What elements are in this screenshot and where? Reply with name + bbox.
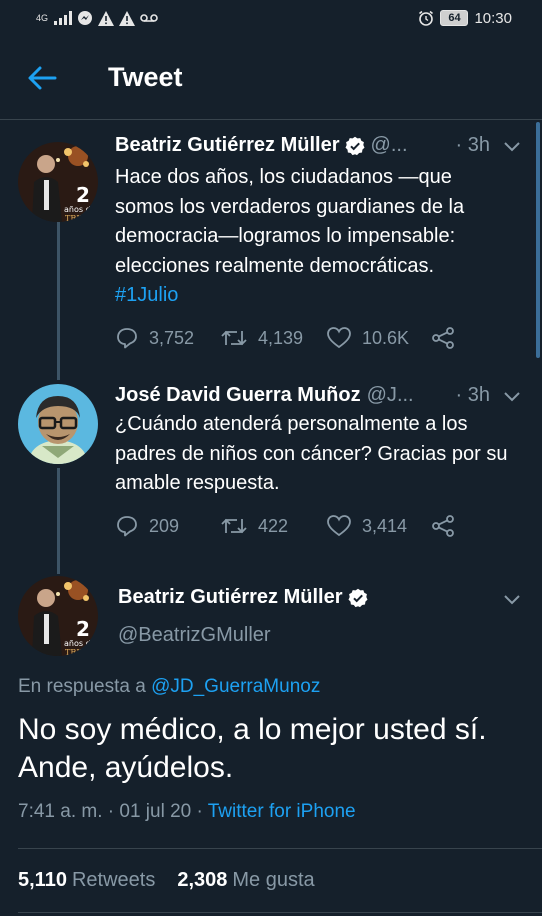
svg-text:2: 2	[76, 617, 90, 641]
tweet-header: Beatriz Gutiérrez Müller @... · 3h	[115, 134, 522, 157]
tweet-text: Hace dos años, los ciudadanos —que somos…	[115, 163, 514, 311]
share-icon	[432, 515, 454, 537]
chevron-down-icon[interactable]	[502, 139, 522, 153]
messenger-icon	[78, 11, 93, 25]
like-button[interactable]: 3,414	[326, 514, 431, 538]
retweet-button[interactable]: 422	[220, 515, 326, 537]
reply-button[interactable]: 209	[115, 514, 220, 538]
tweet-timestamp: 7:41 a. m. · 01 jul 20 ·	[18, 801, 208, 822]
clock: 10:30	[474, 9, 512, 27]
reply-button[interactable]: 3,752	[115, 326, 220, 350]
svg-text:TRIUN: TRIUN	[65, 648, 93, 656]
avatar[interactable]: 2 años d TRIUN	[18, 142, 98, 222]
retweet-icon	[221, 330, 247, 346]
tweet-time: · 3h	[455, 384, 490, 406]
tweet[interactable]: 2 años d TRIUN Beatriz Gutiérrez Müller …	[0, 122, 542, 362]
app-bar: Tweet	[0, 36, 542, 120]
share-icon	[432, 327, 454, 349]
svg-text:años d: años d	[64, 205, 91, 214]
tweet-actions: 209 422 3,414	[115, 514, 475, 538]
back-arrow-icon[interactable]	[26, 64, 58, 92]
chevron-down-icon[interactable]	[502, 389, 522, 403]
like-count: 3,414	[362, 515, 408, 536]
handle-ellipsis: ...	[390, 134, 408, 156]
battery-icon: 64	[440, 10, 469, 26]
retweets-stat[interactable]: 5,110 Retweets	[18, 869, 155, 892]
author-name[interactable]: José David Guerra Muñoz	[115, 384, 361, 407]
source-link[interactable]: Twitter for iPhone	[208, 801, 356, 822]
retweet-button[interactable]: 4,139	[220, 327, 326, 349]
status-bar: 4G 64 10:30	[0, 0, 542, 36]
author-name[interactable]: Beatriz Gutiérrez Müller	[118, 586, 343, 609]
alarm-icon	[419, 10, 434, 26]
network-type: 4G	[36, 12, 49, 23]
tweet[interactable]: José David Guerra Muñoz @J... · 3h ¿Cuán…	[0, 372, 542, 562]
reply-icon	[117, 516, 137, 537]
tweet-text-content: Hace dos años, los ciudadanos —que somos…	[115, 166, 465, 277]
hashtag-link[interactable]: #1Julio	[115, 281, 514, 311]
verified-icon	[345, 136, 365, 155]
like-icon	[327, 515, 351, 537]
likes-count: 2,308	[177, 869, 228, 891]
warning-icon	[119, 10, 136, 26]
retweet-count: 422	[258, 515, 289, 536]
likes-stat[interactable]: 2,308 Me gusta	[177, 869, 314, 892]
tweet-actions: 3,752 4,139 10.6K	[115, 326, 475, 350]
warning-icon	[98, 10, 115, 26]
main-author-handle[interactable]: @BeatrizGMuller	[118, 624, 271, 647]
reply-prefix: En respuesta a	[18, 676, 152, 697]
likes-label: Me gusta	[232, 869, 315, 891]
tweet-text: ¿Cuándo atenderá personalmente a los pad…	[115, 413, 508, 494]
page-title: Tweet	[108, 62, 183, 92]
author-handle: @J	[366, 384, 397, 406]
share-button[interactable]	[431, 326, 455, 350]
svg-text:años d: años d	[64, 639, 91, 648]
verified-icon	[348, 588, 368, 607]
reply-icon	[117, 328, 137, 349]
retweets-count: 5,110	[18, 869, 67, 891]
reply-handle-link[interactable]: @JD_GuerraMunoz	[151, 676, 320, 697]
like-icon	[327, 327, 351, 349]
signal-icon	[54, 11, 73, 25]
like-button[interactable]: 10.6K	[326, 326, 431, 350]
retweets-label: Retweets	[71, 869, 156, 891]
retweet-count: 4,139	[258, 327, 304, 348]
svg-text:TRIUN: TRIUN	[65, 214, 93, 222]
tweet-meta: 7:41 a. m. · 01 jul 20 · Twitter for iPh…	[18, 801, 356, 823]
svg-text:2: 2	[76, 183, 90, 207]
tweet-header: José David Guerra Muñoz @J... · 3h	[115, 384, 522, 407]
main-tweet-text: No soy médico, a lo mejor usted sí. Ande…	[18, 713, 487, 784]
reply-count: 209	[149, 515, 180, 536]
divider	[18, 912, 542, 913]
like-count: 10.6K	[362, 327, 410, 348]
divider	[18, 848, 542, 849]
share-button[interactable]	[431, 514, 455, 538]
handle-ellipsis: ...	[396, 384, 414, 406]
main-author-name[interactable]: Beatriz Gutiérrez Müller	[118, 586, 368, 609]
avatar[interactable]	[18, 384, 98, 464]
reply-count: 3,752	[149, 327, 195, 348]
avatar[interactable]: 2 años d TRIUN	[18, 576, 98, 656]
author-handle: @	[370, 134, 391, 156]
tweet-time: · 3h	[455, 134, 490, 156]
reply-context: En respuesta a @JD_GuerraMunoz	[18, 676, 320, 698]
author-name[interactable]: Beatriz Gutiérrez Müller	[115, 134, 340, 157]
voicemail-icon	[140, 14, 158, 22]
tweet-stats: 5,110 Retweets 2,308 Me gusta	[18, 869, 315, 892]
chevron-down-icon[interactable]	[502, 592, 522, 606]
retweet-icon	[221, 518, 247, 534]
